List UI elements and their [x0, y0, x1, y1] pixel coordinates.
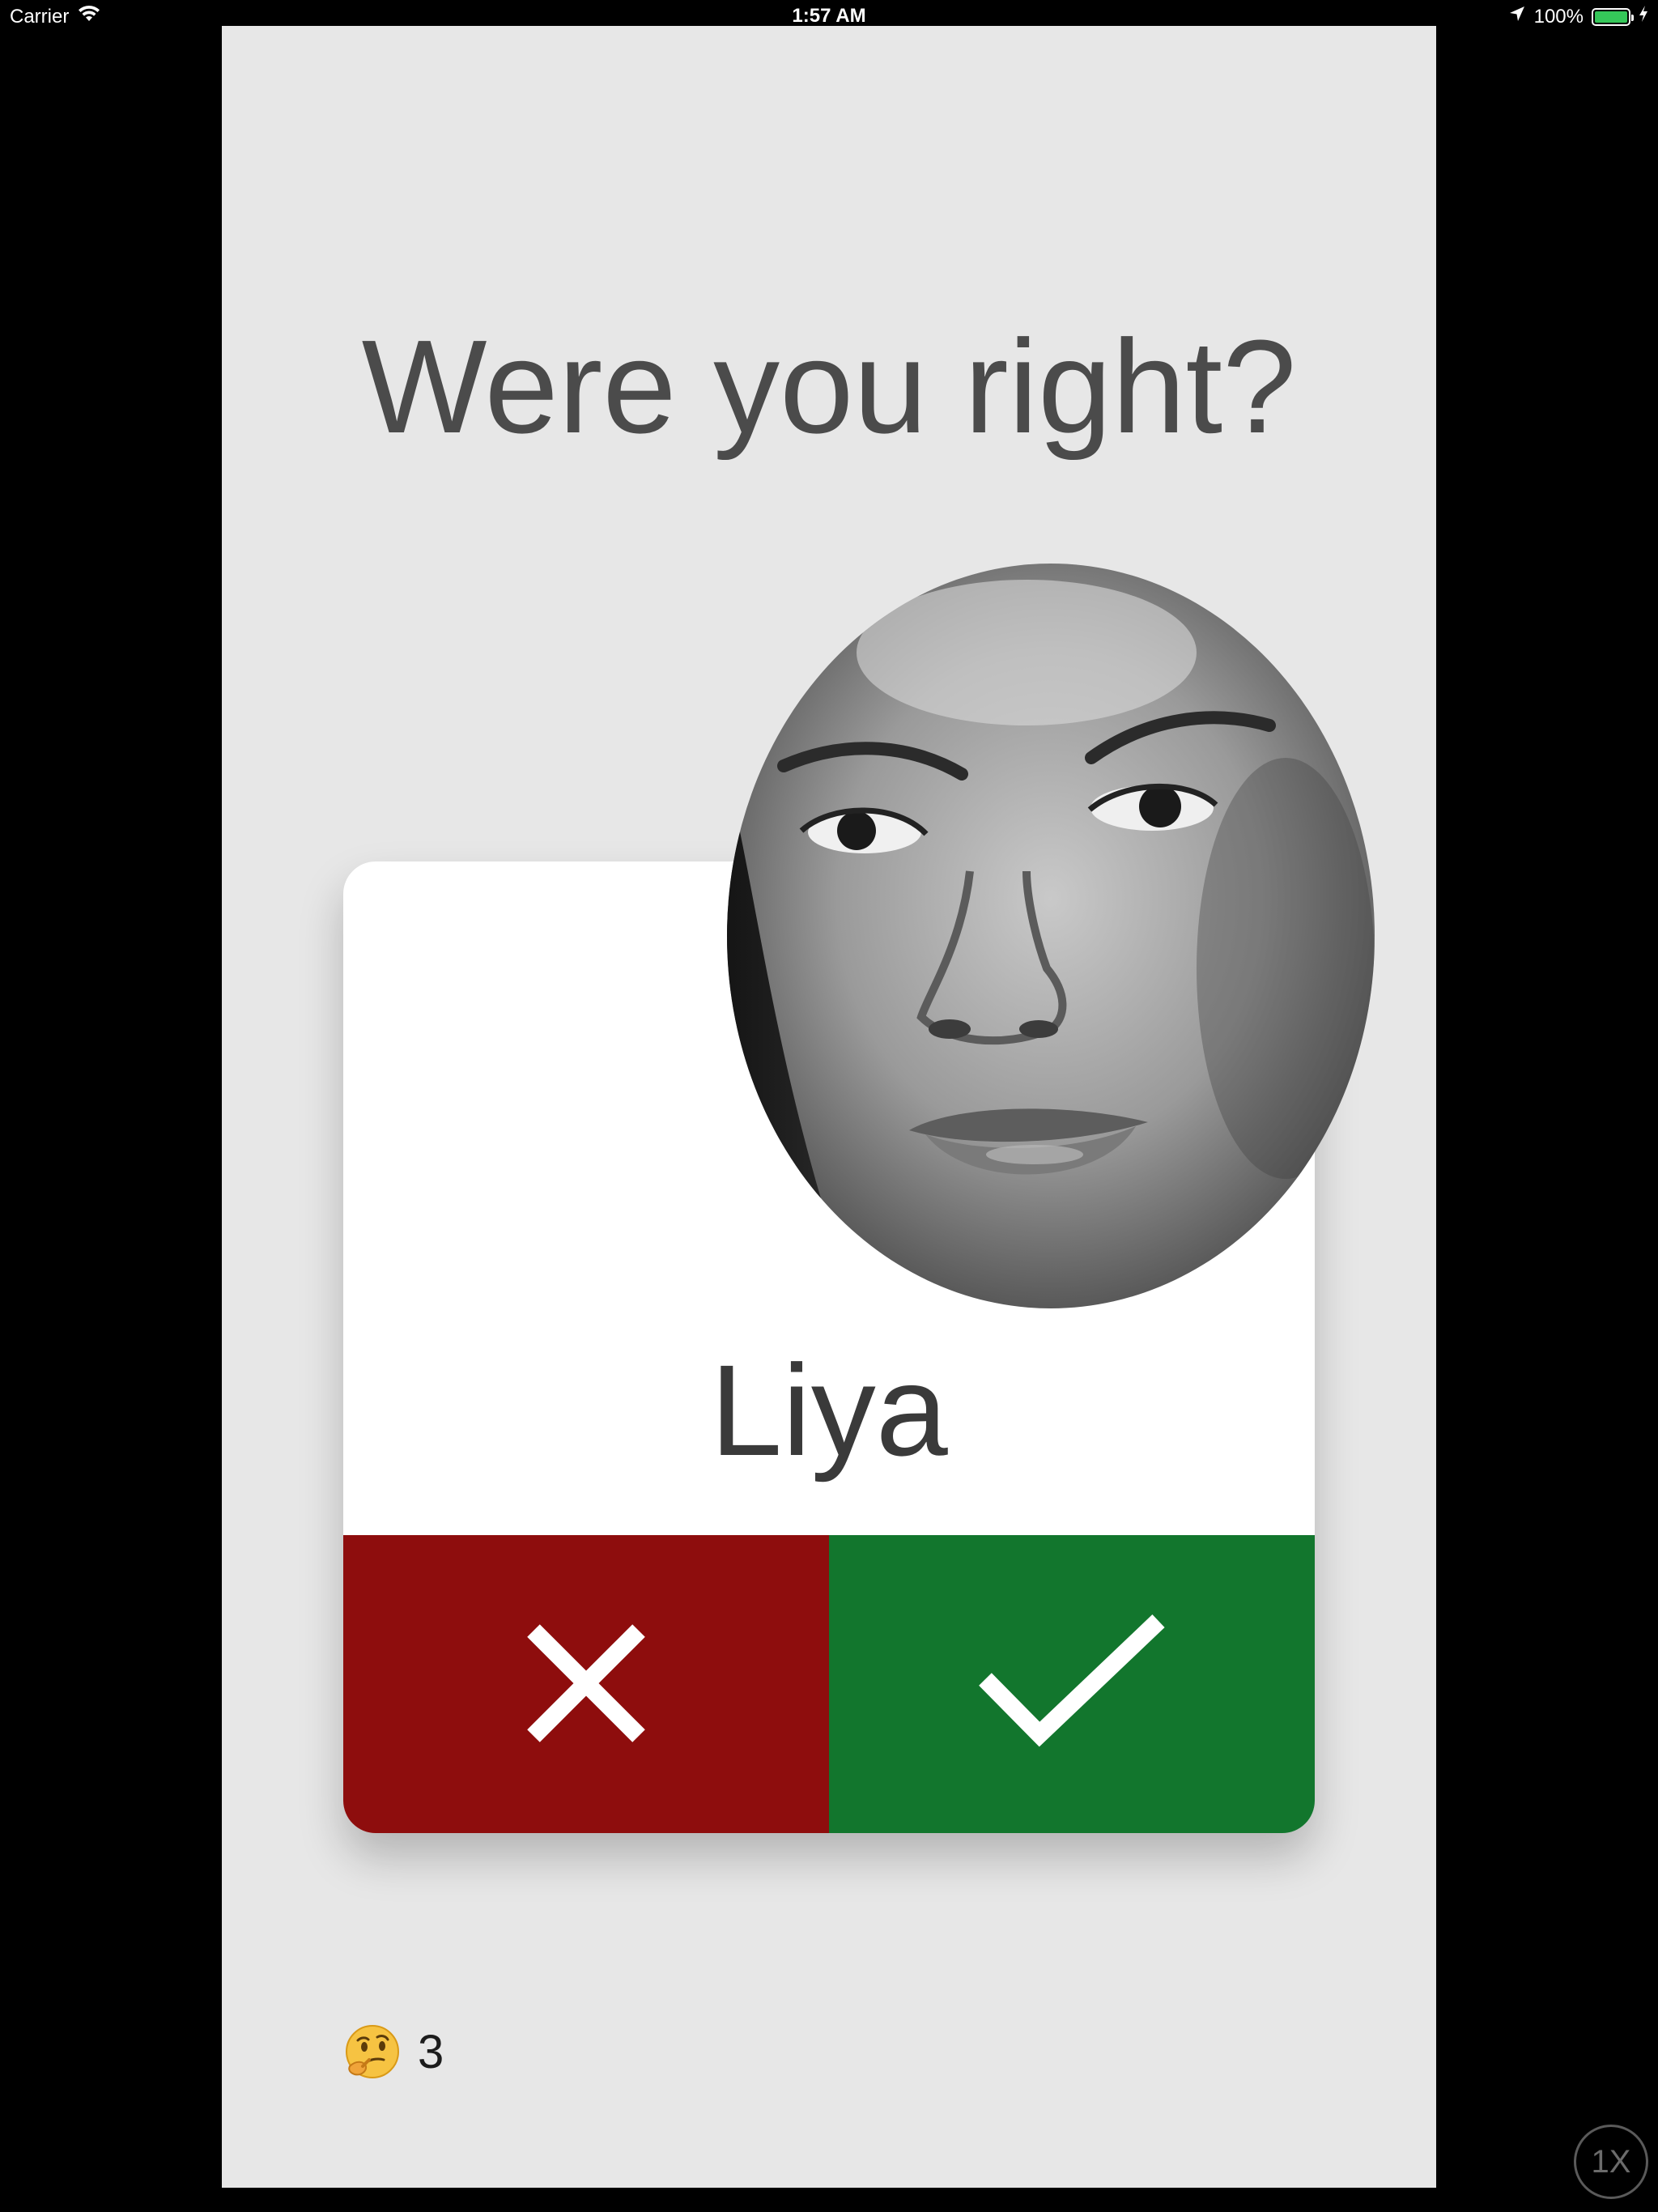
answer-buttons — [343, 1535, 1315, 1833]
zoom-button[interactable]: 1X — [1574, 2125, 1648, 2199]
app-screen: Were you right? Liya 3 — [222, 26, 1436, 2188]
charging-bolt-icon — [1639, 5, 1648, 28]
location-arrow-icon — [1508, 5, 1526, 28]
right-button[interactable] — [829, 1535, 1315, 1833]
checkmark-icon — [979, 1614, 1165, 1755]
battery-level — [1595, 11, 1627, 23]
counter-value: 3 — [418, 2025, 444, 2078]
guess-counter: 3 — [345, 2024, 444, 2079]
close-icon — [525, 1623, 647, 1746]
person-name: Liya — [710, 1338, 948, 1482]
battery-percent: 100% — [1533, 5, 1584, 28]
status-right: 100% — [1508, 5, 1648, 28]
page-title: Were you right? — [361, 313, 1297, 461]
face-photo — [727, 564, 1375, 1308]
status-time: 1:57 AM — [792, 5, 866, 27]
thinking-face-icon — [345, 2024, 400, 2079]
wrong-button[interactable] — [343, 1535, 829, 1833]
battery-icon — [1592, 7, 1634, 26]
